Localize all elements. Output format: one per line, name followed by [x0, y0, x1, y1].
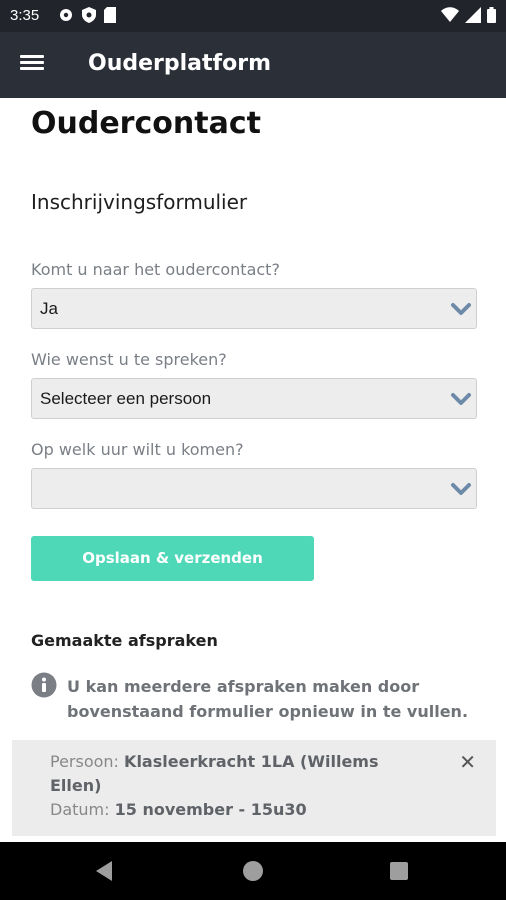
attend-select-value: Ja	[40, 299, 58, 318]
person-select[interactable]: Selecteer een persoon	[31, 378, 477, 419]
recent-apps-icon[interactable]	[390, 862, 408, 880]
attend-question-label: Komt u naar het oudercontact?	[31, 260, 280, 279]
back-icon[interactable]	[94, 860, 114, 882]
attend-select[interactable]: Ja	[31, 288, 477, 329]
date-value: 15 november - 15u30	[114, 800, 307, 819]
person-question-label: Wie wenst u te spreken?	[31, 350, 227, 369]
signal-icon	[465, 7, 481, 23]
wifi-icon	[441, 7, 459, 22]
shield-icon	[82, 7, 96, 23]
date-label: Datum:	[50, 800, 110, 819]
submit-button[interactable]: Opslaan & verzenden	[31, 536, 314, 581]
app-bar: Ouderplatform	[0, 32, 506, 98]
appointment-person: Persoon: Klasleerkracht 1LA (Willems Ell…	[50, 750, 430, 798]
appointment-date: Datum: 15 november - 15u30	[50, 798, 430, 822]
time-question-label: Op welk uur wilt u komen?	[31, 440, 244, 459]
app-title: Ouderplatform	[88, 51, 271, 76]
chevron-down-icon	[451, 303, 471, 315]
status-time: 3:35	[10, 7, 40, 24]
chevron-down-icon	[451, 393, 471, 405]
settings-icon	[60, 9, 72, 21]
home-icon[interactable]	[243, 861, 263, 881]
info-message: U kan meerdere afspraken maken door bove…	[67, 677, 469, 721]
person-select-value: Selecteer een persoon	[40, 389, 212, 408]
battery-icon	[487, 7, 496, 23]
page-title: Oudercontact	[31, 106, 261, 141]
info-icon	[31, 672, 57, 698]
time-select[interactable]	[31, 468, 477, 509]
appointment-card: Persoon: Klasleerkracht 1LA (Willems Ell…	[12, 740, 496, 836]
close-icon[interactable]: ✕	[459, 750, 476, 774]
sd-card-icon	[104, 7, 116, 23]
navigation-bar	[0, 842, 506, 900]
hamburger-menu-icon[interactable]	[20, 52, 50, 78]
status-bar: 3:35	[0, 0, 506, 32]
main-content: Oudercontact Inschrijvingsformulier Komt…	[0, 98, 506, 842]
form-title: Inschrijvingsformulier	[31, 190, 248, 214]
appointments-title: Gemaakte afspraken	[31, 631, 218, 650]
chevron-down-icon	[451, 483, 471, 495]
person-label: Persoon:	[50, 752, 119, 771]
